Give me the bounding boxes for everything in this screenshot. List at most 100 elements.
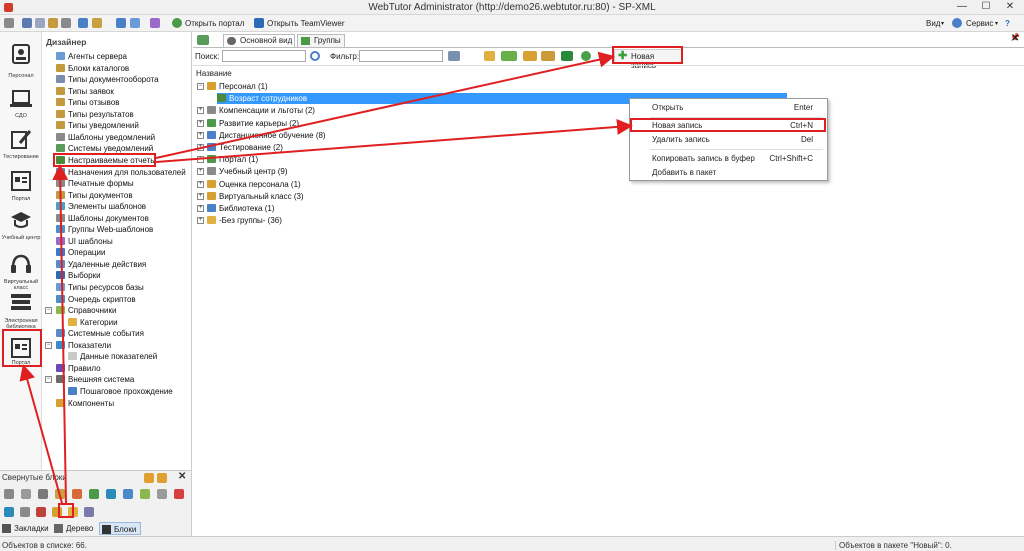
designer-item[interactable]: Назначения для пользователей	[56, 167, 186, 178]
block-shortcut-icon[interactable]	[4, 507, 14, 517]
rail-item-virtual-class[interactable]: Виртуальный класс	[0, 252, 42, 292]
folder-icon[interactable]	[484, 51, 495, 61]
open-teamviewer-button[interactable]: Открыть TeamViewer	[267, 19, 345, 28]
designer-item[interactable]: Показатели	[56, 340, 111, 351]
designer-item[interactable]: Типы документов	[56, 190, 133, 201]
link-arrows-icon[interactable]	[541, 51, 555, 61]
tree-expander-icon[interactable]: +	[197, 192, 204, 200]
undo-icon[interactable]	[78, 18, 88, 28]
block-shortcut-icon[interactable]	[38, 489, 48, 499]
globe-icon[interactable]	[581, 51, 591, 61]
designer-item[interactable]: Операции	[56, 247, 105, 258]
tree-expander-icon[interactable]: +	[197, 131, 204, 139]
tree-item[interactable]: Персонал (1)	[207, 81, 268, 92]
tree-expander-icon[interactable]: −	[197, 83, 204, 90]
service-menu[interactable]: Сервис	[966, 19, 993, 28]
block-shortcut-icon[interactable]	[157, 489, 167, 499]
tree-expander-icon[interactable]: −	[45, 307, 52, 315]
tree-expander-icon[interactable]: +	[197, 107, 204, 115]
maximize-button[interactable]: ☐	[974, 0, 998, 15]
tree-item[interactable]: Дистанционное обучение (8)	[207, 130, 326, 141]
block-shortcut-icon[interactable]	[36, 507, 46, 517]
designer-item[interactable]: Пошаговое прохождение	[68, 386, 173, 397]
designer-item[interactable]: Типы результатов	[56, 109, 134, 120]
rail-item-lms[interactable]: СДО	[0, 87, 42, 122]
search-icon[interactable]	[310, 51, 320, 61]
tab-main-view[interactable]: Основной вид	[223, 34, 295, 47]
tab-bookmarks[interactable]: Закладки	[0, 522, 50, 535]
block-shortcut-icon[interactable]	[106, 489, 116, 499]
designer-item[interactable]: Печатные формы	[56, 178, 134, 189]
designer-item[interactable]: Очередь скриптов	[56, 294, 136, 305]
service-menu-chevron-icon[interactable]: ▾	[995, 20, 998, 27]
open-portal-button[interactable]: Открыть портал	[185, 19, 244, 28]
designer-item[interactable]: Элементы шаблонов	[56, 201, 146, 212]
help-question-icon[interactable]: ?	[1005, 19, 1010, 28]
paste-icon[interactable]	[48, 18, 58, 28]
block-shortcut-icon[interactable]	[89, 489, 99, 499]
tree-item[interactable]: Компенсации и льготы (2)	[207, 105, 315, 116]
tree-expander-icon[interactable]: +	[197, 217, 204, 225]
tree-expander-icon[interactable]: +	[197, 119, 204, 127]
designer-item[interactable]: UI шаблоны	[56, 236, 113, 247]
designer-item[interactable]: Справочники	[56, 305, 116, 316]
cut-icon[interactable]	[22, 18, 32, 28]
designer-item[interactable]: Внешняя система	[56, 374, 134, 385]
block-shortcut-icon[interactable]	[72, 489, 82, 499]
close-button[interactable]: ✕	[998, 0, 1022, 15]
help-icon[interactable]	[952, 18, 962, 28]
rail-item-testing[interactable]: Тестирование	[0, 127, 42, 167]
tree-expander-icon[interactable]: −	[45, 376, 52, 384]
tab-tree[interactable]: Дерево	[52, 522, 98, 535]
window-icon[interactable]	[130, 18, 140, 28]
designer-item[interactable]: Категории	[68, 317, 118, 328]
designer-item[interactable]: Шаблоны документов	[56, 213, 149, 224]
block-shortcut-icon[interactable]	[123, 489, 133, 499]
block-shortcut-icon[interactable]	[55, 489, 65, 499]
settings-icon[interactable]	[4, 18, 14, 28]
filter-options-icon[interactable]	[448, 51, 460, 61]
block-shortcut-icon[interactable]	[174, 489, 184, 499]
find-icon[interactable]	[61, 18, 71, 28]
tree-item[interactable]: Учебный центр (9)	[207, 166, 288, 177]
clipboard-icon[interactable]	[92, 18, 102, 28]
rail-item-training-center[interactable]: Учебный центр	[0, 208, 42, 248]
tab-groups[interactable]: Группы	[297, 34, 345, 47]
rail-item-library[interactable]: Электронная библиотека	[0, 292, 42, 334]
portal-icon[interactable]	[172, 18, 182, 28]
tree-expander-icon[interactable]: +	[197, 168, 204, 176]
excel-icon[interactable]	[561, 51, 573, 61]
teamviewer-icon[interactable]	[254, 18, 264, 28]
context-menu-item-добавить-в-пакет[interactable]: Добавить в пакет	[630, 167, 827, 179]
tab-blocks[interactable]: Блоки	[99, 522, 141, 535]
tree-expander-icon[interactable]: +	[197, 156, 204, 164]
tree-item[interactable]: Развитие карьеры (2)	[207, 118, 299, 129]
back-arrow-icon[interactable]	[197, 35, 209, 45]
designer-item[interactable]: Данные показателей	[68, 351, 157, 362]
designer-item[interactable]: Шаблоны уведомлений	[56, 132, 155, 143]
designer-item[interactable]: Удаленные действия	[56, 259, 146, 270]
context-menu-item-открыть[interactable]: Открыть Enter	[630, 102, 827, 114]
tree-expander-icon[interactable]: +	[197, 205, 204, 212]
designer-item[interactable]: Компоненты	[56, 398, 114, 409]
minimize-button[interactable]: —	[950, 0, 974, 15]
designer-item[interactable]: Системные события	[56, 328, 144, 339]
search-input[interactable]	[222, 50, 306, 62]
view-menu-chevron-icon[interactable]: ▾	[941, 20, 944, 27]
arrow-up-icon[interactable]	[157, 473, 167, 483]
tree-item[interactable]: Виртуальный класс (3)	[207, 191, 304, 202]
view-menu[interactable]: Вид	[926, 19, 940, 28]
block-shortcut-icon[interactable]	[20, 507, 30, 517]
designer-item[interactable]: Агенты сервера	[56, 51, 127, 62]
tree-expander-icon[interactable]: +	[197, 144, 204, 151]
refresh-icon[interactable]	[116, 18, 126, 28]
designer-item[interactable]: Выборки	[56, 270, 101, 281]
close-panel-icon[interactable]: ✕	[178, 471, 186, 482]
close-view-icon[interactable]: ✕	[1011, 33, 1019, 44]
rail-item-personnel[interactable]: Персонал	[0, 42, 42, 82]
rail-item-portal[interactable]: Портал	[0, 169, 42, 204]
block-shortcut-icon[interactable]	[84, 507, 94, 517]
tree-item[interactable]: Портал (1)	[207, 154, 258, 165]
arrow-down-icon[interactable]	[144, 473, 154, 483]
tree-expander-icon[interactable]: +	[197, 180, 204, 188]
